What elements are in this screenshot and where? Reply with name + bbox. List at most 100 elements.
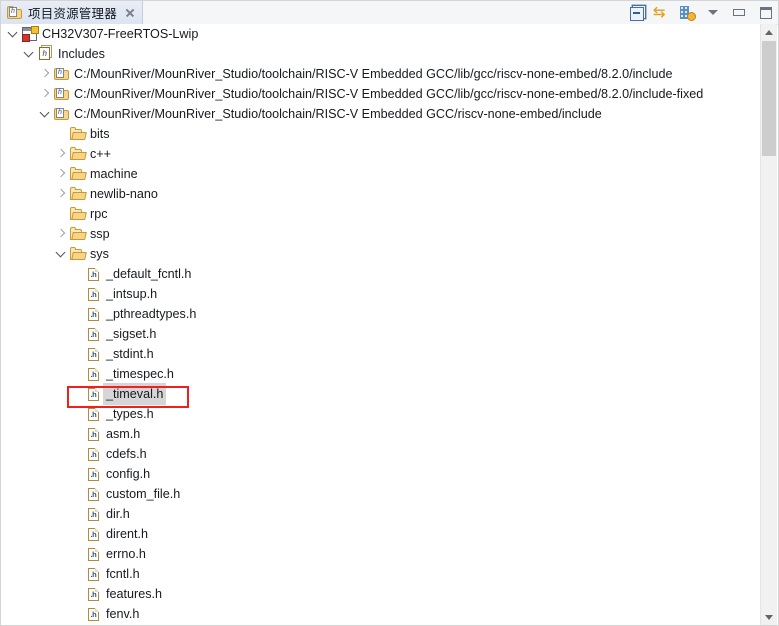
tree-row[interactable]: _stdint.h xyxy=(1,344,763,364)
tree-row[interactable]: config.h xyxy=(1,464,763,484)
tree-row-label: _sigset.h xyxy=(106,327,157,341)
tree-row[interactable]: CH32V307-FreeRTOS-Lwip xyxy=(1,24,763,44)
chevron-down-icon[interactable] xyxy=(21,44,37,64)
tree-row-label: machine xyxy=(90,167,138,181)
folder-icon xyxy=(69,124,87,144)
project-tree[interactable]: CH32V307-FreeRTOS-Lwip Includes C:/MounRiv… xyxy=(1,24,763,625)
tree-row[interactable]: Includes xyxy=(1,44,763,64)
scrollbar-thumb[interactable] xyxy=(762,41,776,156)
project-icon xyxy=(21,24,39,44)
chevron-down-icon[interactable] xyxy=(705,4,722,21)
scroll-down-icon[interactable] xyxy=(761,609,777,625)
tree-row[interactable]: C:/MounRiver/MounRiver_Studio/toolchain/… xyxy=(1,84,763,104)
minimize-icon[interactable] xyxy=(731,4,748,21)
tree-row[interactable]: _sigset.h xyxy=(1,324,763,344)
tab-project-explorer[interactable]: 项目资源管理器 xyxy=(1,1,143,24)
vertical-scrollbar[interactable] xyxy=(760,24,777,625)
tree-row-label: CH32V307-FreeRTOS-Lwip xyxy=(42,27,199,41)
tree-row-label: config.h xyxy=(106,467,151,481)
view-toolbar: ⇆ xyxy=(627,1,777,24)
tree-row-label: fenv.h xyxy=(106,607,140,621)
chevron-right-icon[interactable] xyxy=(53,184,69,204)
include-path-icon xyxy=(53,104,71,124)
tree-row[interactable]: cdefs.h xyxy=(1,444,763,464)
tree-row[interactable]: _timespec.h xyxy=(1,364,763,384)
tree-row[interactable]: dir.h xyxy=(1,504,763,524)
tree-row[interactable]: errno.h xyxy=(1,544,763,564)
tree-row-label: features.h xyxy=(106,587,163,601)
close-icon[interactable] xyxy=(124,7,136,19)
tree-row[interactable]: custom_file.h xyxy=(1,484,763,504)
tree-row[interactable]: rpc xyxy=(1,204,763,224)
tree-row-label: C:/MounRiver/MounRiver_Studio/toolchain/… xyxy=(74,107,602,121)
tree-row-label: dir.h xyxy=(106,507,130,521)
scroll-up-icon[interactable] xyxy=(761,24,777,41)
header-file-icon xyxy=(85,504,103,524)
tree-row[interactable]: bits xyxy=(1,124,763,144)
tree-row-label: rpc xyxy=(90,207,108,221)
chevron-right-icon[interactable] xyxy=(37,84,53,104)
header-file-icon xyxy=(85,444,103,464)
tree-row[interactable]: fenv.h xyxy=(1,604,763,624)
folder-icon xyxy=(69,144,87,164)
tree-row[interactable]: asm.h xyxy=(1,424,763,444)
tree-row-label: cdefs.h xyxy=(106,447,147,461)
view-menu-icon[interactable] xyxy=(679,4,696,21)
tree-row[interactable]: machine xyxy=(1,164,763,184)
chevron-down-icon[interactable] xyxy=(5,24,21,44)
header-file-icon xyxy=(85,284,103,304)
include-path-icon xyxy=(53,64,71,84)
chevron-down-icon[interactable] xyxy=(37,104,53,124)
tree-row-label: errno.h xyxy=(106,547,146,561)
tree-row[interactable]: _types.h xyxy=(1,404,763,424)
tree-row[interactable]: _pthreadtypes.h xyxy=(1,304,763,324)
maximize-icon[interactable] xyxy=(757,4,774,21)
chevron-right-icon[interactable] xyxy=(53,144,69,164)
tree-row-label: Includes xyxy=(58,47,105,61)
includes-icon xyxy=(37,44,55,64)
chevron-right-icon[interactable] xyxy=(53,164,69,184)
tree-row-label: _default_fcntl.h xyxy=(106,267,192,281)
tree-row[interactable]: c++ xyxy=(1,144,763,164)
collapse-all-icon[interactable] xyxy=(627,4,644,21)
folder-icon xyxy=(69,204,87,224)
tree-row[interactable]: dirent.h xyxy=(1,524,763,544)
tree-row[interactable]: C:/MounRiver/MounRiver_Studio/toolchain/… xyxy=(1,104,763,124)
header-file-icon xyxy=(85,484,103,504)
tree-row[interactable]: features.h xyxy=(1,584,763,604)
tree-row[interactable]: sys xyxy=(1,244,763,264)
include-path-icon xyxy=(53,84,71,104)
header-file-icon xyxy=(85,544,103,564)
tab-label: 项目资源管理器 xyxy=(28,7,117,21)
folder-icon xyxy=(69,184,87,204)
header-file-icon xyxy=(85,364,103,384)
chevron-down-icon[interactable] xyxy=(53,244,69,264)
tree-row[interactable]: fcntl.h xyxy=(1,564,763,584)
tree-row[interactable]: C:/MounRiver/MounRiver_Studio/toolchain/… xyxy=(1,64,763,84)
tree-row[interactable]: ssp xyxy=(1,224,763,244)
tree-row[interactable]: _default_fcntl.h xyxy=(1,264,763,284)
header-file-icon xyxy=(85,324,103,344)
tree-row-label: newlib-nano xyxy=(90,187,158,201)
tree-row-label: _types.h xyxy=(106,407,154,421)
tree-row[interactable]: _intsup.h xyxy=(1,284,763,304)
link-with-editor-icon[interactable]: ⇆ xyxy=(653,4,670,21)
header-file-icon xyxy=(85,384,103,404)
tree-row-label: custom_file.h xyxy=(106,487,181,501)
tree-row[interactable]: _timeval.h xyxy=(1,383,763,405)
tree-row-label: fcntl.h xyxy=(106,567,140,581)
tree-row[interactable]: newlib-nano xyxy=(1,184,763,204)
chevron-right-icon[interactable] xyxy=(53,224,69,244)
chevron-right-icon[interactable] xyxy=(37,64,53,84)
